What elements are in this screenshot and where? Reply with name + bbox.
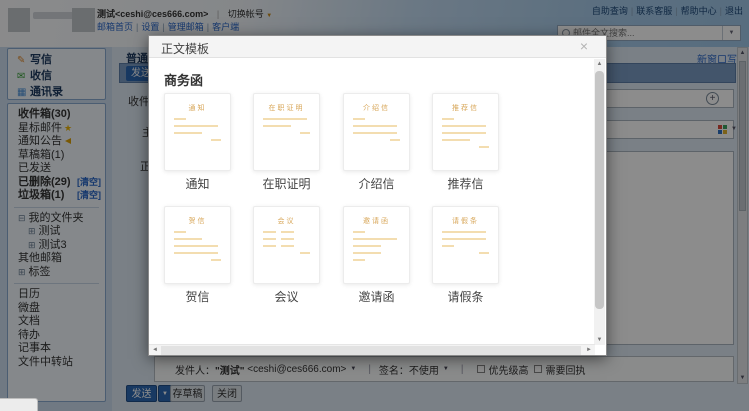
template-card-推荐信[interactable]: 推荐信 — [432, 93, 499, 171]
preview-line — [300, 132, 310, 134]
preview-line — [390, 139, 400, 141]
preview-line — [479, 146, 489, 148]
scrollbar-thumb[interactable] — [595, 71, 604, 309]
close-icon[interactable]: × — [580, 39, 588, 53]
preview-line — [442, 139, 470, 141]
preview-line — [263, 118, 307, 120]
preview-line — [174, 118, 186, 120]
template-label-邀请函[interactable]: 邀请函 — [343, 288, 410, 305]
scroll-right-icon[interactable]: ► — [586, 347, 592, 353]
template-card-通知[interactable]: 通知 — [164, 93, 231, 171]
template-label-贺信[interactable]: 贺信 — [164, 288, 231, 305]
body-template-dialog: 正文模板 × 商务函 通知通知在职证明在职证明介绍信介绍信推荐信推荐信贺信贺信会… — [148, 35, 607, 356]
scrollbar-thumb[interactable] — [161, 346, 581, 355]
preview-line — [442, 118, 454, 120]
template-preview-title: 推荐信 — [442, 103, 489, 113]
preview-line — [479, 252, 489, 254]
template-card-邀请函[interactable]: 邀请函 — [343, 206, 410, 284]
template-preview-title: 邀请函 — [353, 216, 400, 226]
preview-line — [211, 139, 221, 141]
preview-line — [353, 259, 365, 261]
preview-line — [442, 132, 486, 134]
template-preview-title: 请假条 — [442, 216, 489, 226]
preview-line — [174, 132, 202, 134]
dialog-vertical-scrollbar[interactable]: ▲ ▼ — [594, 59, 605, 345]
dialog-horizontal-scrollbar[interactable]: ◄ ► — [149, 344, 595, 355]
preview-line — [300, 252, 310, 254]
template-preview-title: 介绍信 — [353, 103, 400, 113]
template-card-贺信[interactable]: 贺信 — [164, 206, 231, 284]
preview-line — [353, 238, 397, 240]
preview-line — [211, 259, 221, 261]
template-label-介绍信[interactable]: 介绍信 — [343, 175, 410, 192]
preview-line-pair — [263, 238, 310, 240]
browser-status-tooltip — [0, 398, 38, 411]
preview-line — [174, 125, 218, 127]
template-label-通知[interactable]: 通知 — [164, 175, 231, 192]
preview-line — [442, 238, 486, 240]
preview-line — [353, 245, 381, 247]
preview-line — [174, 252, 218, 254]
template-preview-title: 通知 — [174, 103, 221, 113]
preview-line — [263, 125, 291, 127]
preview-line — [353, 118, 365, 120]
preview-line — [442, 231, 486, 233]
preview-line — [353, 125, 397, 127]
template-label-在职证明[interactable]: 在职证明 — [253, 175, 320, 192]
dialog-header: 正文模板 × — [149, 36, 606, 58]
preview-line — [174, 245, 218, 247]
template-card-在职证明[interactable]: 在职证明 — [253, 93, 320, 171]
template-card-介绍信[interactable]: 介绍信 — [343, 93, 410, 171]
section-title-business-letters: 商务函 — [164, 70, 203, 89]
scroll-left-icon[interactable]: ◄ — [152, 347, 158, 353]
template-preview-title: 贺信 — [174, 216, 221, 226]
scroll-down-icon[interactable]: ▼ — [594, 337, 605, 343]
preview-line-pair — [263, 245, 310, 247]
template-preview-title: 会议 — [263, 216, 310, 226]
template-card-请假条[interactable]: 请假条 — [432, 206, 499, 284]
preview-line — [353, 132, 397, 134]
preview-line — [442, 245, 454, 247]
preview-line — [174, 231, 186, 233]
template-label-请假条[interactable]: 请假条 — [432, 288, 499, 305]
preview-line — [353, 252, 381, 254]
scroll-up-icon[interactable]: ▲ — [594, 61, 605, 67]
template-preview-title: 在职证明 — [263, 103, 310, 113]
template-label-会议[interactable]: 会议 — [253, 288, 320, 305]
preview-line — [353, 231, 365, 233]
preview-line-pair — [263, 231, 310, 233]
dialog-title: 正文模板 — [161, 40, 209, 57]
template-card-会议[interactable]: 会议 — [253, 206, 320, 284]
preview-line — [174, 238, 202, 240]
template-label-推荐信[interactable]: 推荐信 — [432, 175, 499, 192]
preview-line — [442, 125, 486, 127]
